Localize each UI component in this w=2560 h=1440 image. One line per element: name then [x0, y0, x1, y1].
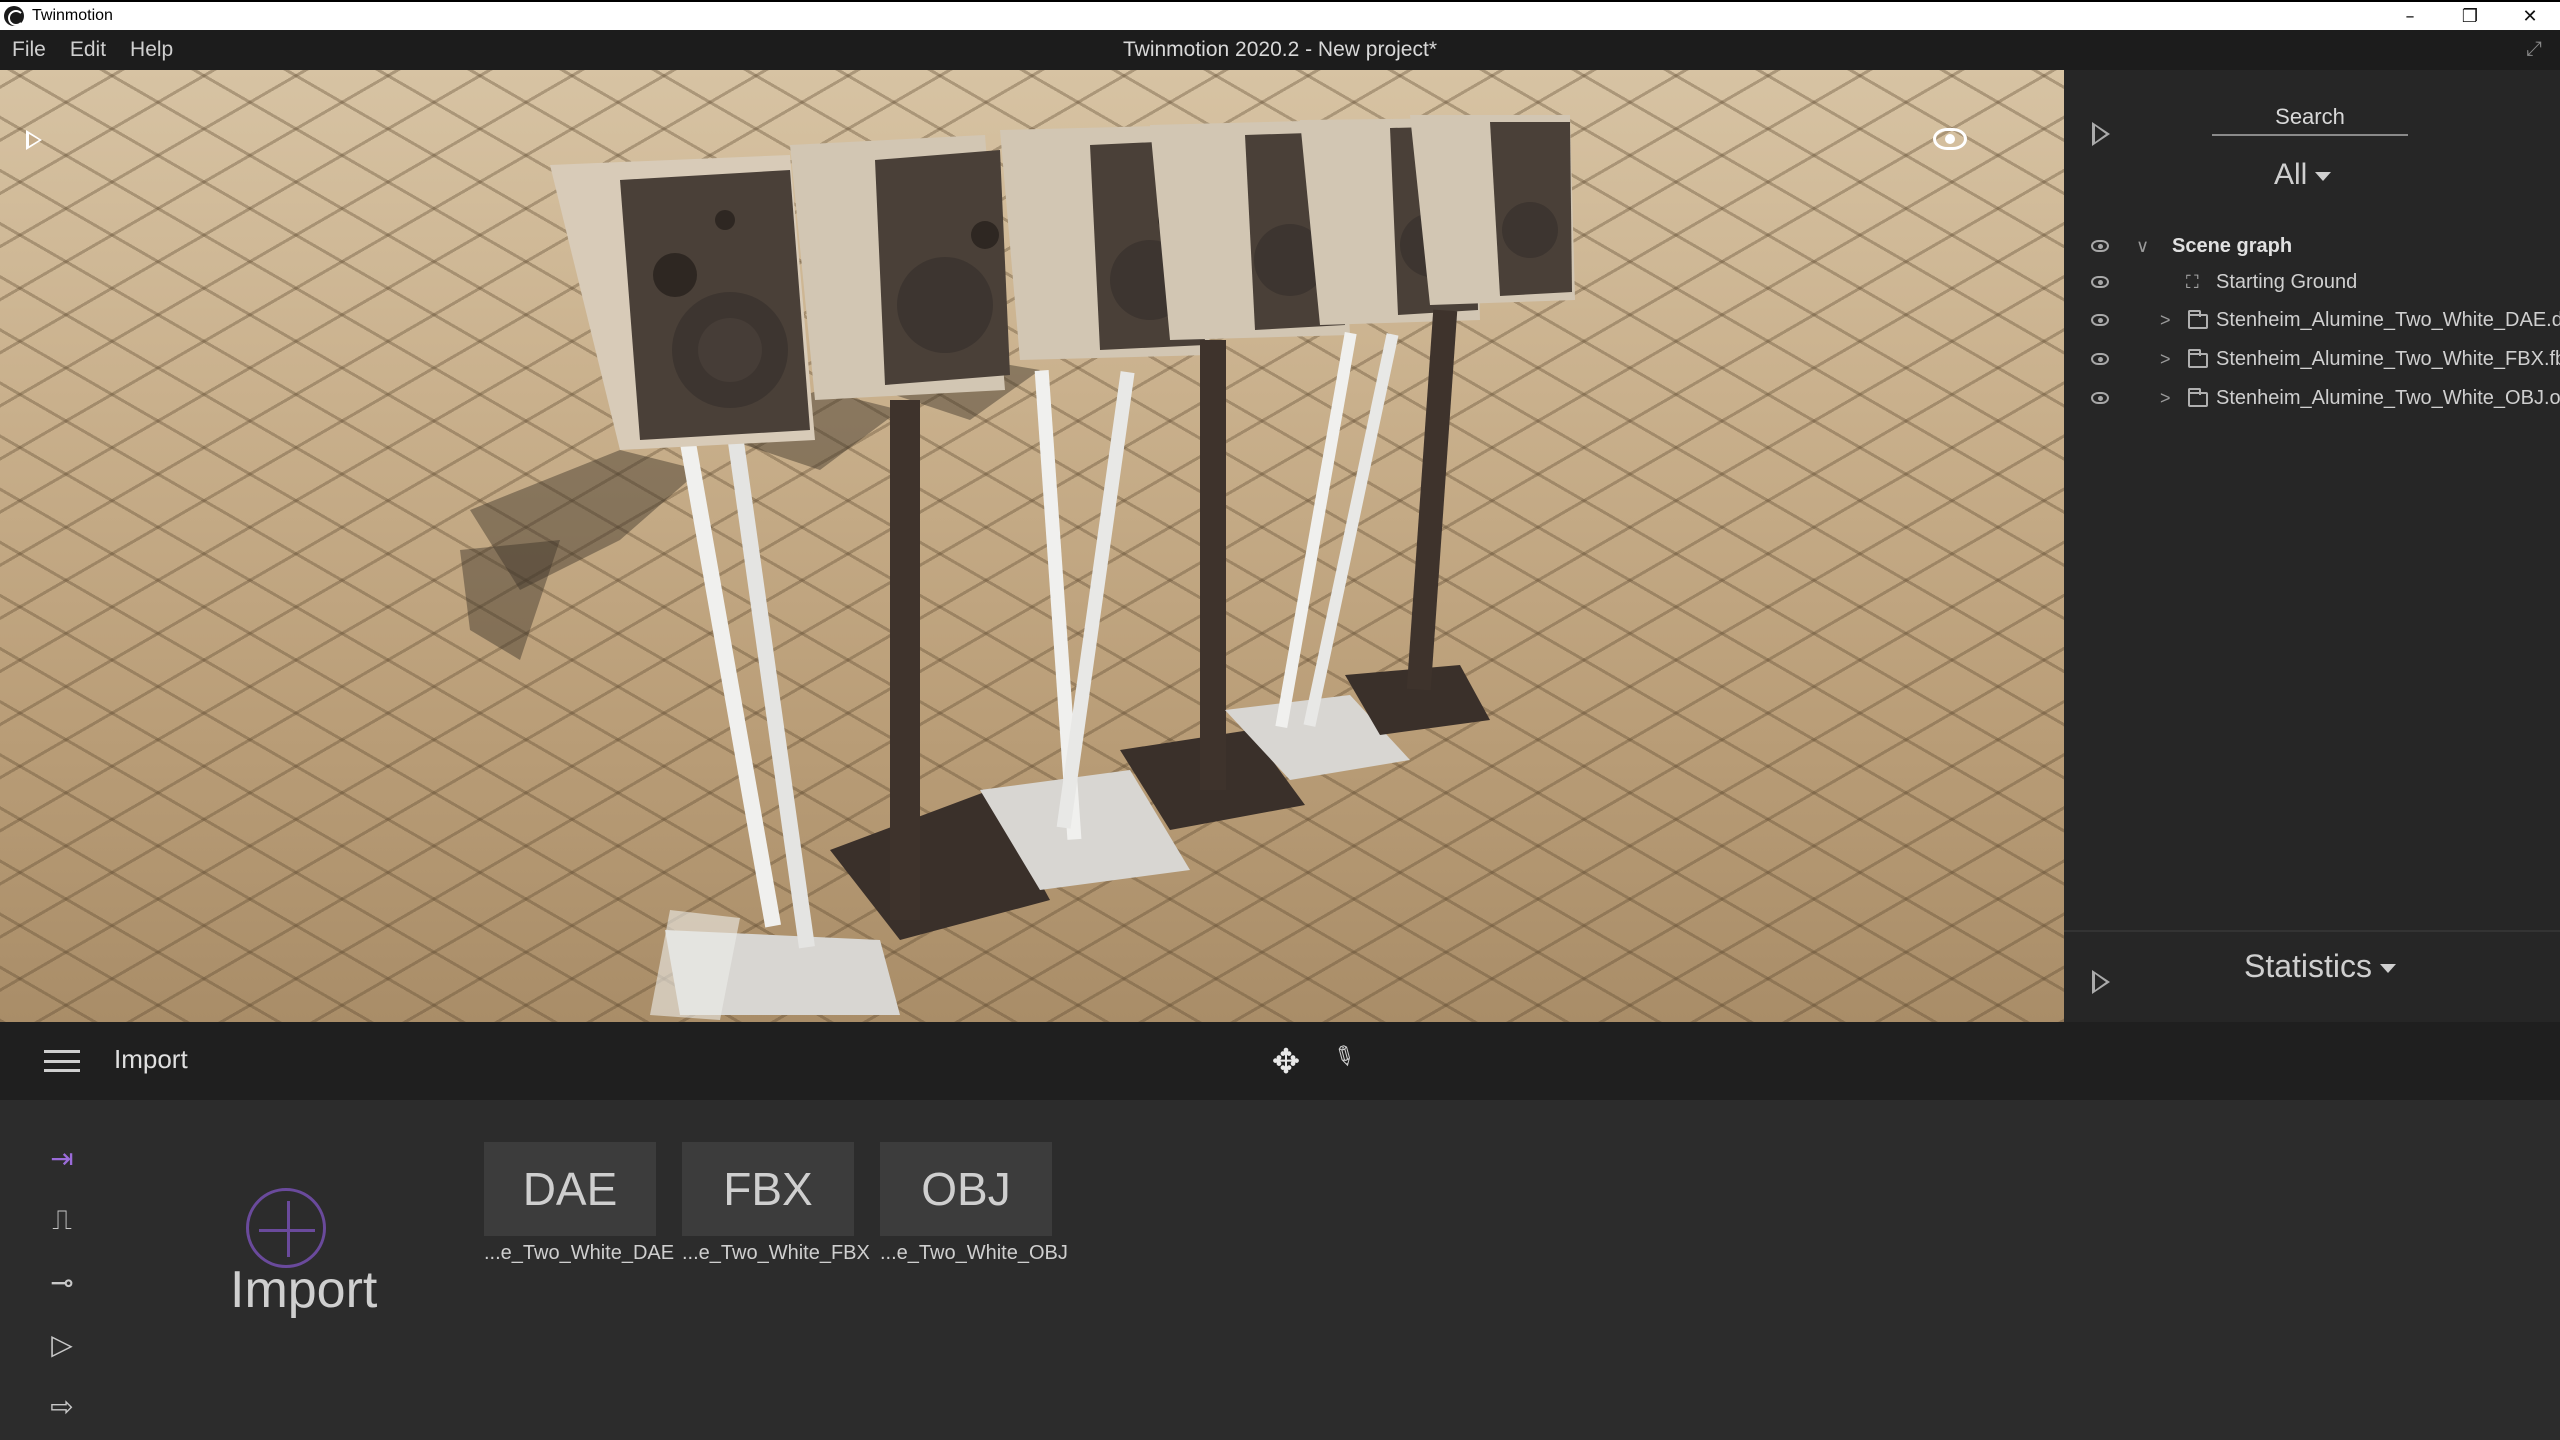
close-button[interactable]: ✕ — [2500, 2, 2560, 30]
ground-icon: ⛶ — [2186, 272, 2199, 292]
visibility-eye-icon[interactable] — [2091, 353, 2109, 365]
asset-card-fbx[interactable]: FBX — [682, 1142, 854, 1236]
asset-name: ...e_Two_White_FBX — [682, 1242, 870, 1264]
visibility-eye-icon[interactable] — [2091, 314, 2109, 326]
viewport-expand-icon[interactable] — [26, 130, 42, 150]
window-title: Twinmotion — [32, 7, 113, 24]
statistics-dropdown[interactable]: Statistics — [2244, 948, 2397, 985]
asset-format-label: DAE — [522, 1163, 618, 1215]
tree-item-scene-graph[interactable]: ∨ Scene graph — [2064, 228, 2560, 264]
folder-icon — [2188, 388, 2208, 407]
tree-item-obj[interactable]: > Stenheim_Alumine_Two_White_OBJ.obj — [2064, 380, 2560, 416]
visibility-eye-icon[interactable] — [2091, 392, 2109, 404]
context-icon[interactable]: ⎍ — [38, 1203, 86, 1236]
asset-name: ...e_Two_White_DAE — [484, 1242, 675, 1264]
tree-item-label: Starting Ground — [2216, 270, 2358, 293]
tree-item-fbx[interactable]: > Stenheim_Alumine_Two_White_FBX.fbx — [2064, 341, 2560, 377]
move-tool-icon[interactable]: ✥ — [1268, 1044, 1304, 1080]
menu-bar: File Edit Help Twinmotion 2020.2 - New p… — [0, 30, 2560, 70]
chevron-right-icon[interactable]: > — [2160, 388, 2171, 409]
tree-item-starting-ground[interactable]: ⛶ Starting Ground — [2064, 264, 2560, 300]
filter-dropdown[interactable]: All — [2274, 158, 2332, 192]
tree-item-label: Scene graph — [2172, 234, 2293, 257]
restore-button[interactable]: ❐ — [2440, 2, 2500, 30]
chevron-down-icon — [2380, 964, 2397, 974]
fullscreen-icon[interactable]: ⤢ — [2526, 38, 2548, 60]
asset-format-label: OBJ — [921, 1163, 1011, 1215]
tree-item-label: Stenheim_Alumine_Two_White_DAE.dae — [2216, 308, 2560, 331]
import-panel: ⇥ ⎍ ⊸ ▷ ⇨ Import DAE ...e_Two_White_DAE … — [0, 1100, 2560, 1440]
document-title: Twinmotion 2020.2 - New project* — [1123, 38, 1437, 61]
asset-card-dae[interactable]: DAE — [484, 1142, 656, 1236]
chevron-right-icon[interactable]: > — [2160, 310, 2171, 331]
chevron-down-icon — [2315, 171, 2332, 181]
panel-divider — [2064, 930, 2560, 932]
asset-name: ...e_Two_White_OBJ — [880, 1242, 1068, 1264]
tree-item-label: Stenheim_Alumine_Two_White_FBX.fbx — [2216, 347, 2560, 370]
panel-collapse-icon[interactable] — [2092, 122, 2110, 146]
tree-item-label: Stenheim_Alumine_Two_White_OBJ.obj — [2216, 386, 2560, 409]
filter-label: All — [2274, 158, 2308, 191]
bottom-toolbar: Import ✥ ✎ — [0, 1022, 2560, 1100]
search-input[interactable] — [2212, 100, 2408, 136]
statistics-expand-icon[interactable] — [2092, 970, 2110, 994]
folder-icon — [2188, 310, 2208, 329]
asset-format-label: FBX — [723, 1163, 813, 1215]
media-icon[interactable]: ▷ — [38, 1328, 86, 1361]
chevron-right-icon[interactable]: > — [2160, 349, 2171, 370]
visibility-eye-icon[interactable] — [2091, 276, 2109, 288]
twinmotion-logo-icon — [4, 6, 24, 26]
asset-card-obj[interactable]: OBJ — [880, 1142, 1052, 1236]
view-mode-eye-icon[interactable] — [1933, 128, 1967, 150]
menu-edit[interactable]: Edit — [70, 38, 106, 62]
window-controls: – ❐ ✕ — [2380, 2, 2560, 30]
3d-viewport[interactable] — [0, 70, 2064, 1022]
export-icon[interactable]: ⇨ — [38, 1390, 86, 1423]
window-title-bar[interactable]: Twinmotion – ❐ ✕ — [0, 0, 2560, 30]
scene-render — [460, 115, 1575, 1020]
menu-hamburger-icon[interactable] — [44, 1050, 80, 1072]
section-title: Import — [114, 1044, 188, 1074]
chevron-down-icon[interactable]: ∨ — [2136, 236, 2149, 257]
menu-file[interactable]: File — [12, 38, 46, 62]
menu-help[interactable]: Help — [130, 38, 173, 62]
statistics-label: Statistics — [2244, 948, 2373, 984]
tree-item-dae[interactable]: > Stenheim_Alumine_Two_White_DAE.dae — [2064, 302, 2560, 338]
import-add-icon[interactable] — [246, 1188, 326, 1268]
picker-tool-icon[interactable]: ✎ — [1326, 1039, 1368, 1082]
import-button-label[interactable]: Import — [230, 1260, 377, 1320]
scene-panel: All ∨ Scene graph ⛶ Starting Ground > St… — [2064, 70, 2560, 1022]
minimize-button[interactable]: – — [2380, 2, 2440, 30]
configure-icon[interactable]: ⊸ — [38, 1266, 86, 1299]
visibility-eye-icon[interactable] — [2091, 240, 2109, 252]
import-icon[interactable]: ⇥ — [38, 1142, 86, 1175]
folder-icon — [2188, 349, 2208, 368]
